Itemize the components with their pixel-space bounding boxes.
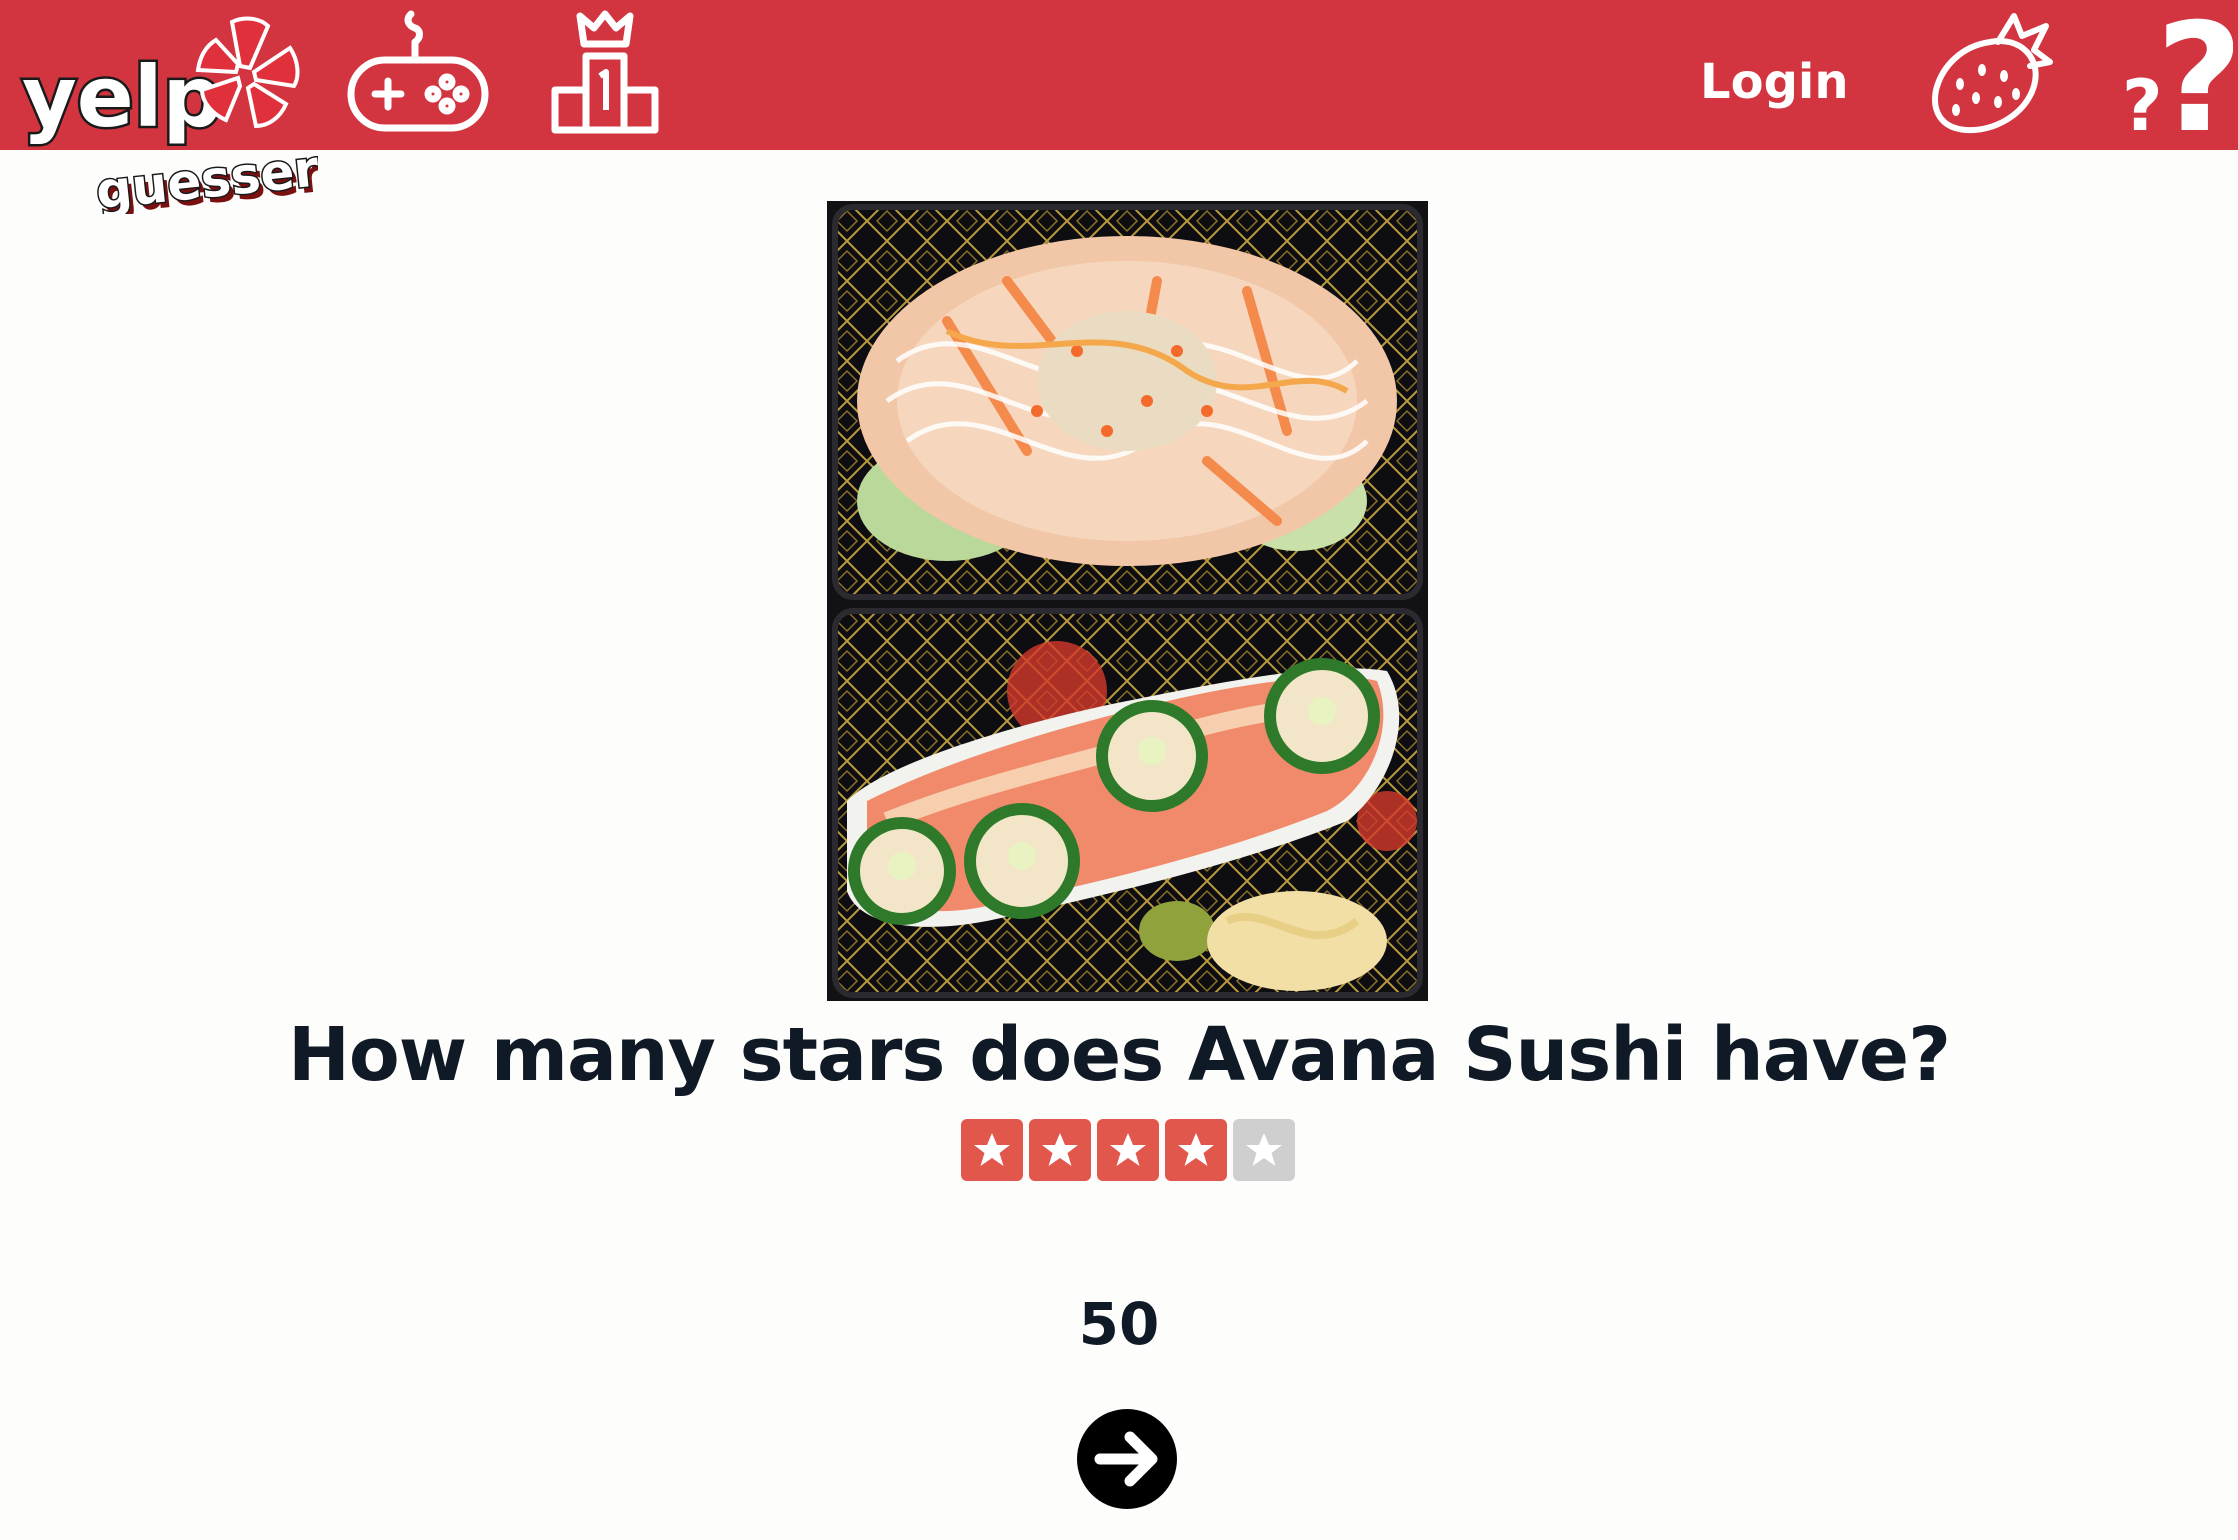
question-heading: How many stars does Avana Sushi have? (287, 1012, 1951, 1098)
help-icon[interactable]: ? ? (2118, 0, 2238, 166)
score-value: 50 (1078, 1290, 1160, 1358)
strawberry-icon[interactable] (1930, 10, 2055, 135)
yelp-guesser-logo[interactable]: yelp guesser guesser (18, 14, 326, 226)
arrow-right-icon (1077, 1409, 1177, 1509)
leaderboard-icon[interactable] (550, 10, 660, 135)
gamepad-icon[interactable] (345, 10, 490, 135)
star-icon (1042, 1133, 1078, 1166)
star-icon (1246, 1133, 1282, 1166)
star-3-button[interactable] (1097, 1119, 1159, 1181)
restaurant-photo (827, 201, 1428, 1001)
svg-text:yelp: yelp (22, 48, 223, 146)
svg-text:?: ? (2156, 6, 2233, 136)
star-icon (1110, 1133, 1146, 1166)
star-1-button[interactable] (961, 1119, 1023, 1181)
star-4-button[interactable] (1165, 1119, 1227, 1181)
star-5-button[interactable] (1233, 1119, 1295, 1181)
star-rating[interactable] (961, 1119, 1295, 1181)
top-navigation-bar: yelp guesser guesser Login ? (0, 0, 2238, 226)
star-icon (974, 1133, 1010, 1166)
login-link[interactable]: Login (1700, 52, 1849, 112)
star-icon (1178, 1133, 1214, 1166)
next-button[interactable] (1076, 1408, 1178, 1510)
star-2-button[interactable] (1029, 1119, 1091, 1181)
